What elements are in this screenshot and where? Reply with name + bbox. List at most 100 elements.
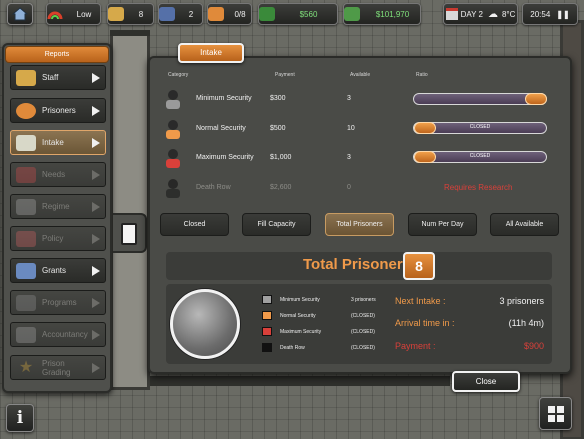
calendar-icon: [445, 8, 458, 20]
star-icon: ★: [18, 358, 34, 376]
prisoner-count: 0/8: [234, 9, 246, 19]
mode-fill-capacity-button[interactable]: Fill Capacity: [242, 213, 311, 236]
chevron-right-icon: [92, 329, 100, 340]
legend-swatch-normal: [262, 311, 272, 320]
death-row-prisoner-icon: [164, 178, 182, 198]
staff-counter[interactable]: 8: [107, 3, 154, 25]
mode-closed-button[interactable]: Closed: [160, 213, 229, 236]
security-level-indicator[interactable]: Low: [46, 3, 101, 25]
payment-label: Payment :: [395, 341, 436, 351]
legend-name-normal: Normal Security: [280, 313, 316, 319]
regime-icon: [16, 198, 36, 215]
temperature-value: 8°C: [501, 9, 516, 19]
sidebar-item-prisoners[interactable]: Prisoners: [10, 98, 106, 123]
guard-count: 2: [188, 9, 194, 19]
cashflow-display[interactable]: $560: [258, 3, 338, 25]
time-value: 20:54: [530, 9, 551, 19]
home-button[interactable]: [7, 3, 33, 25]
policy-icon: [16, 230, 36, 247]
pause-icon[interactable]: ❚❚: [556, 10, 569, 19]
grants-icon: [16, 262, 36, 279]
row-available-death-row: 0: [347, 184, 351, 191]
sidebar-item-label: Intake: [42, 138, 64, 147]
slider-knob[interactable]: [525, 93, 547, 105]
slider-knob[interactable]: [414, 151, 436, 163]
ratio-slider-normal-security[interactable]: CLOSED: [413, 122, 547, 134]
legend-name-minimum: Minimum Security: [280, 297, 320, 303]
sidebar-item-grants[interactable]: Grants: [10, 258, 106, 283]
staff-count: 8: [138, 9, 144, 19]
prisoner-icon: [16, 102, 36, 119]
legend-value-normal: (CLOSED): [351, 313, 375, 319]
info-button[interactable]: i: [6, 404, 34, 432]
slider-knob[interactable]: [414, 122, 436, 134]
row-payment-minimum-security: $300: [270, 95, 286, 102]
sidebar-item-prison-grading[interactable]: ★ Prison Grading: [10, 355, 106, 380]
column-header-available: Available: [350, 72, 371, 78]
sidebar-item-policy[interactable]: Policy: [10, 226, 106, 251]
minimum-security-prisoner-icon: [164, 89, 182, 109]
balance-display[interactable]: $101,970: [343, 3, 421, 25]
row-name-maximum-security: Maximum Security: [196, 154, 254, 161]
row-available-normal-security: 10: [347, 125, 355, 132]
clipboard-icon: [121, 223, 137, 245]
needs-icon: [16, 166, 36, 183]
main-menu-button[interactable]: [539, 397, 572, 430]
ratio-slider-maximum-security[interactable]: CLOSED: [413, 151, 547, 163]
legend-swatch-minimum: [262, 295, 272, 304]
row-payment-normal-security: $500: [270, 125, 286, 132]
cloud-icon: ☁: [487, 8, 498, 20]
legend-name-death-row: Death Row: [280, 345, 305, 351]
column-header-ratio: Ratio: [416, 72, 428, 78]
building-wall: [110, 30, 150, 36]
legend-value-maximum: (CLOSED): [351, 329, 375, 335]
sidebar-item-accountancy[interactable]: Accountancy: [10, 322, 106, 347]
sidebar-item-regime[interactable]: Regime: [10, 194, 106, 219]
arrival-time-value: (11h 4m): [508, 318, 544, 328]
legend-swatch-death-row: [262, 343, 272, 352]
day-value: DAY 2: [460, 9, 483, 19]
building-block: [110, 30, 150, 390]
normal-security-prisoner-icon: [164, 119, 182, 139]
row-available-maximum-security: 3: [347, 154, 351, 161]
legend-name-maximum: Maximum Security: [280, 329, 322, 335]
legend-value-minimum: 3 prisoners: [351, 297, 376, 303]
prisoner-icon: [208, 7, 224, 21]
sidebar-item-label: Grants: [42, 266, 67, 275]
requires-research-link[interactable]: Requires Research: [444, 183, 512, 192]
guard-counter[interactable]: 2: [158, 3, 203, 25]
sidebar-item-needs[interactable]: Needs: [10, 162, 106, 187]
sidebar-item-label: Prisoners: [42, 106, 76, 115]
row-available-minimum-security: 3: [347, 95, 351, 102]
sidebar-item-programs[interactable]: Programs: [10, 290, 106, 315]
intake-money-icon: [16, 134, 36, 151]
sidebar-item-staff[interactable]: Staff: [10, 65, 106, 90]
maximum-security-prisoner-icon: [164, 148, 182, 168]
mode-total-prisoners-button[interactable]: Total Prisoners: [325, 213, 394, 236]
row-name-minimum-security: Minimum Security: [196, 95, 252, 102]
clipboard-tab[interactable]: [113, 213, 147, 253]
clock-display[interactable]: 20:54 ❚❚: [522, 3, 578, 25]
tab-intake[interactable]: Intake: [178, 43, 244, 63]
mode-num-per-day-button[interactable]: Num Per Day: [408, 213, 477, 236]
close-button[interactable]: Close: [452, 371, 520, 392]
row-name-death-row: Death Row: [196, 184, 231, 191]
total-prisoners-value[interactable]: 8: [403, 252, 435, 280]
next-intake-label: Next Intake :: [395, 296, 446, 306]
arrival-time-label: Arrival time in :: [395, 318, 455, 328]
sidebar-item-label: Programs: [42, 298, 77, 307]
security-level-value: Low: [76, 9, 92, 19]
mode-all-available-button[interactable]: All Available: [490, 213, 559, 236]
chevron-right-icon: [92, 297, 100, 308]
sidebar-item-intake[interactable]: Intake: [10, 130, 106, 155]
prisoner-counter[interactable]: 0/8: [207, 3, 252, 25]
sidebar-item-label: Regime: [42, 202, 70, 211]
cashflow-icon: [259, 7, 275, 21]
grid-menu-icon: [547, 405, 564, 422]
date-weather-display[interactable]: DAY 2 ☁ 8°C: [443, 3, 518, 25]
column-header-category: Category: [168, 72, 189, 78]
home-icon: [12, 7, 28, 21]
ratio-slider-minimum-security[interactable]: [413, 93, 547, 105]
chevron-right-icon: [92, 201, 100, 212]
total-prisoners-label: Total Prisoners: [303, 256, 412, 273]
